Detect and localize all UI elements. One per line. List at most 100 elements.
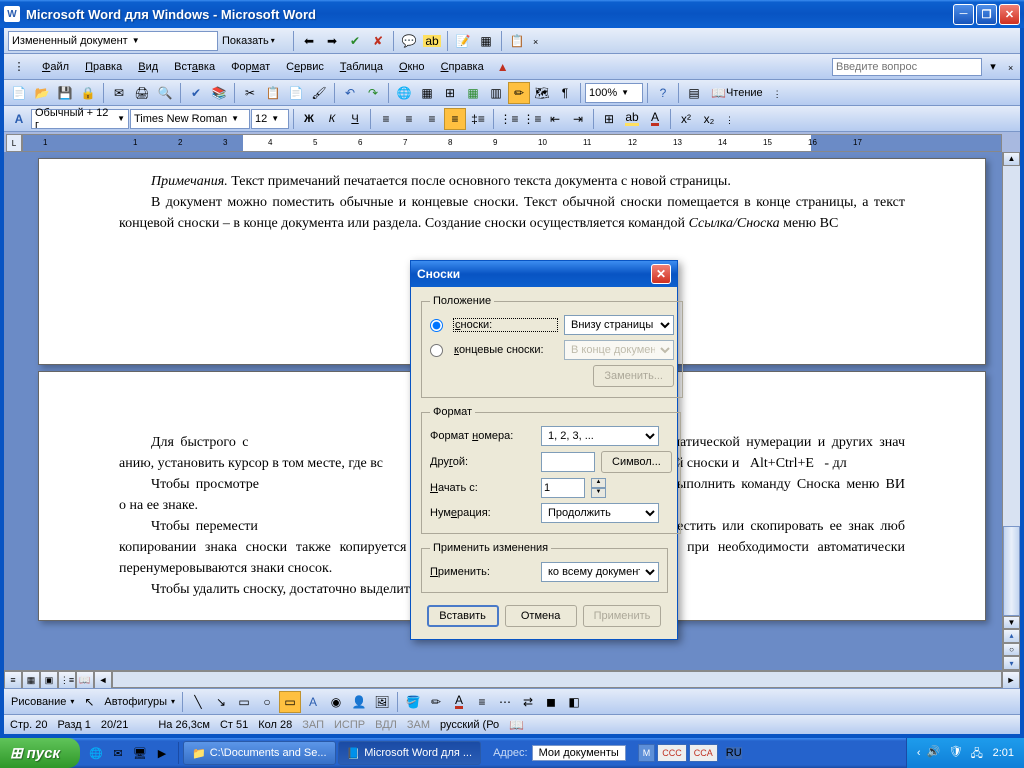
shadow-button[interactable]: ◼	[540, 691, 562, 713]
scroll-up-button[interactable]: ▲	[1003, 152, 1020, 166]
next-page-button[interactable]: ▾	[1003, 656, 1020, 670]
scroll-down-button[interactable]: ▼	[1003, 616, 1020, 630]
convert-button[interactable]: Заменить...	[593, 365, 674, 387]
taskbar-address[interactable]: Адрес: Мои документы	[485, 745, 634, 761]
tray-volume-icon[interactable]: 🔊	[927, 745, 943, 761]
help-search-input[interactable]	[832, 58, 982, 76]
maximize-button[interactable]: ❐	[976, 4, 997, 25]
scroll-thumb[interactable]	[1003, 526, 1020, 616]
clipart-button[interactable]: 👤	[348, 691, 370, 713]
highlight-button[interactable]: ab	[421, 30, 443, 52]
arrow-style-button[interactable]: ⇄	[517, 691, 539, 713]
format-painter-button[interactable]: 🖌	[308, 82, 330, 104]
show-menu[interactable]: Показать▾	[219, 31, 289, 51]
outline-view-button[interactable]: ⋮≡	[58, 671, 76, 689]
review-display-combo[interactable]: Измененный документ▼	[8, 31, 218, 51]
align-left-button[interactable]: ≡	[375, 108, 397, 130]
lang-btn-ccc[interactable]: CCC	[657, 744, 687, 762]
tray-network-icon[interactable]: 🖧	[971, 745, 987, 761]
custom-mark-input[interactable]	[541, 452, 595, 472]
font-color-button[interactable]: A	[644, 108, 666, 130]
taskbar-item-explorer[interactable]: 📁 C:\Documents and Se...	[183, 741, 335, 765]
review-tb-button[interactable]: 📋	[506, 30, 528, 52]
show-marks-button[interactable]: ¶	[554, 82, 576, 104]
hscroll-right[interactable]: ►	[1002, 671, 1020, 689]
ql-ie-icon[interactable]: 🌐	[86, 742, 106, 764]
new-comment-button[interactable]: 💬	[398, 30, 420, 52]
prev-change-button[interactable]: ⬅	[298, 30, 320, 52]
underline-button[interactable]: Ч	[344, 108, 366, 130]
lang-btn-m[interactable]: M	[638, 744, 656, 762]
picture-button[interactable]: 🖼	[371, 691, 393, 713]
menu-format[interactable]: Формат	[223, 58, 278, 76]
tab-selector[interactable]: L	[6, 134, 22, 152]
status-ext[interactable]: ВДЛ	[375, 719, 397, 731]
minimize-button[interactable]: ─	[953, 4, 974, 25]
drawing-button[interactable]: ✏	[508, 82, 530, 104]
reading-button[interactable]: 📖 Чтение	[706, 82, 768, 104]
footnotes-radio[interactable]	[430, 319, 443, 332]
numbering-button[interactable]: ⋮≡	[498, 108, 520, 130]
line-button[interactable]: ╲	[187, 691, 209, 713]
align-center-button[interactable]: ≡	[398, 108, 420, 130]
prev-page-button[interactable]: ▴	[1003, 629, 1020, 643]
hyperlink-button[interactable]: 🌐	[393, 82, 415, 104]
dialog-close-button[interactable]: ✕	[651, 264, 671, 284]
save-button[interactable]: 💾	[54, 82, 76, 104]
vertical-ruler[interactable]	[4, 152, 22, 670]
close-button[interactable]: ✕	[999, 4, 1020, 25]
start-spinner-down[interactable]: ▼	[591, 488, 606, 498]
ql-media-icon[interactable]: ▶	[152, 742, 172, 764]
cut-button[interactable]: ✂	[239, 82, 261, 104]
autoshapes-menu[interactable]: Автофигуры▾	[101, 692, 178, 712]
dash-style-button[interactable]: ⋯	[494, 691, 516, 713]
reviewing-pane-button[interactable]: ▦	[475, 30, 497, 52]
style-combo[interactable]: Обычный + 12 г▼	[31, 109, 129, 129]
status-trk[interactable]: ИСПР	[334, 719, 365, 731]
doc-map-button[interactable]: 🗺	[531, 82, 553, 104]
subscript-button[interactable]: x₂	[698, 108, 720, 130]
paste-button[interactable]: 📄	[285, 82, 307, 104]
print-view-button[interactable]: ▣	[40, 671, 58, 689]
menu-close[interactable]: ×	[1008, 63, 1016, 71]
taskbar-item-word[interactable]: 📘 Microsoft Word для ...	[338, 741, 482, 765]
help-button[interactable]: ?	[652, 82, 674, 104]
font-color-button-2[interactable]: A	[448, 691, 470, 713]
permissions-button[interactable]: 🔒	[77, 82, 99, 104]
print-button[interactable]: 🖨	[131, 82, 153, 104]
textbox-button[interactable]: ▭	[279, 691, 301, 713]
tray-expand-icon[interactable]: ‹	[917, 747, 921, 759]
apply-button[interactable]: Применить	[583, 605, 662, 627]
keyboard-lang[interactable]: RU	[726, 747, 742, 759]
arrow-button[interactable]: ↘	[210, 691, 232, 713]
fmt-tb-close[interactable]: ⋮	[725, 115, 733, 123]
help-dropdown[interactable]: ▾	[982, 56, 1004, 78]
bullets-button[interactable]: ⋮≡	[521, 108, 543, 130]
new-doc-button[interactable]: 📄	[8, 82, 30, 104]
numbering-select[interactable]: Продолжить	[541, 503, 659, 523]
justify-button[interactable]: ≡	[444, 108, 466, 130]
line-style-button[interactable]: ≡	[471, 691, 493, 713]
research-button[interactable]: 📚	[208, 82, 230, 104]
endnote-position-select[interactable]: В конце документа	[564, 340, 674, 360]
endnotes-radio[interactable]	[430, 344, 443, 357]
3d-button[interactable]: ◧	[563, 691, 585, 713]
print-preview-button[interactable]: 🔍	[154, 82, 176, 104]
fill-color-button[interactable]: 🪣	[402, 691, 424, 713]
number-format-select[interactable]: 1, 2, 3, ...	[541, 426, 659, 446]
status-spell-icon[interactable]: 📖	[509, 719, 524, 731]
highlight-color-button[interactable]: ab	[621, 108, 643, 130]
vertical-scrollbar[interactable]: ▲ ▼ ▴ ○ ▾	[1002, 152, 1020, 670]
increase-indent-button[interactable]: ⇥	[567, 108, 589, 130]
menu-insert[interactable]: Вставка	[166, 58, 223, 76]
tray-clock[interactable]: 2:01	[993, 747, 1014, 759]
normal-view-button[interactable]: ≡	[4, 671, 22, 689]
web-view-button[interactable]: ▦	[22, 671, 40, 689]
std-tb-close[interactable]: ⋮	[773, 89, 781, 97]
open-button[interactable]: 📂	[31, 82, 53, 104]
menu-help[interactable]: Справка	[433, 58, 492, 76]
tray-shield-icon[interactable]: 🛡	[949, 745, 965, 761]
menu-table[interactable]: Таблица	[332, 58, 391, 76]
reading-view-button[interactable]: 📖	[76, 671, 94, 689]
start-button[interactable]: ⊞пуск	[0, 738, 80, 768]
